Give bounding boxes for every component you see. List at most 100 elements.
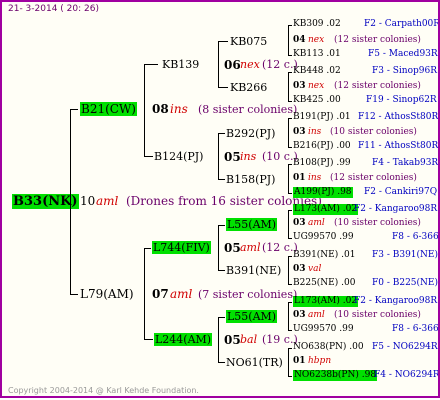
g4-node-5[interactable]: L55(AM) (226, 218, 278, 231)
leaf-mid-gen-8: 01 (293, 356, 306, 366)
leaf-topid-2: F3 - Sinop96R (372, 66, 437, 76)
leaf-bottom-3[interactable]: B216(PJ) .00 (293, 141, 351, 152)
g4-connector (288, 55, 292, 56)
root-code: aml (96, 194, 119, 208)
root-connector (70, 109, 71, 295)
leaf-bottomid-4: F2 - Cankiri97Q (364, 187, 438, 197)
g3-connector (218, 41, 228, 42)
g3-gen-1: 06 (224, 58, 241, 72)
leaf-mid-code-5: aml (308, 218, 325, 228)
leaf-mid-gen-6: 03 (293, 264, 306, 274)
leaf-mid-gen-3: 03 (293, 127, 306, 137)
g3-connector (218, 362, 225, 363)
leaf-top-5[interactable]: L173(AM) .02 (293, 204, 359, 215)
leaf-bottom-6[interactable]: B225(NE) .00 (293, 278, 355, 289)
g3-connector (218, 133, 225, 134)
dam-connector (144, 339, 153, 340)
leaf-mid-note-5: (10 sister colonies) (334, 218, 421, 228)
leaf-mid-code-1: nex (308, 35, 325, 45)
g4-connector (288, 118, 289, 148)
leaf-topid-3: F12 - AthosSt80R (358, 112, 439, 122)
leaf-bottom-5[interactable]: UG99570 .99 (293, 232, 354, 243)
g4-node-6[interactable]: B391(NE) (226, 264, 281, 277)
leaf-top-6[interactable]: B391(NE) .01 (293, 250, 355, 261)
g4-connector (288, 25, 289, 56)
leaf-mid-code-2: nex (308, 81, 325, 91)
leaf-top-4[interactable]: B108(PJ) .99 (293, 158, 351, 169)
root-connector (70, 109, 78, 110)
leaf-topid-6: F3 - B391(NE) (372, 250, 438, 260)
leaf-topid-7: F2 - Kangaroo98R (354, 296, 438, 306)
sire-connector (144, 64, 158, 65)
leaf-bottomid-6: F0 - B225(NE) (372, 278, 438, 288)
leaf-topid-1: F2 - Carpath00R (364, 19, 440, 29)
leaf-topid-5: F2 - Kangaroo98R (354, 204, 438, 214)
leaf-top-8[interactable]: NO638(PN) .00 (293, 342, 364, 353)
g4-connector (288, 348, 292, 349)
date-stamp: 21- 3-2014 ( 20: 26) (8, 4, 99, 14)
leaf-bottomid-1: F5 - Maced93R (368, 49, 438, 59)
leaf-mid-note-4: (12 sister colonies) (330, 173, 417, 183)
leaf-bottom-1[interactable]: KB113 .01 (293, 49, 341, 60)
leaf-top-2[interactable]: KB448 .02 (293, 66, 341, 77)
copyright-footer: Copyright 2004-2014 @ Karl Kehde Foundat… (8, 386, 199, 395)
sire-node[interactable]: B21(CW) (80, 102, 137, 116)
leaf-mid-note-7: (10 sister colonies) (334, 310, 421, 320)
g4-connector (288, 238, 292, 239)
leaf-topid-4: F4 - Takab93R (372, 158, 439, 168)
leaf-bottom-4[interactable]: A199(PJ) .98 (293, 187, 353, 198)
g4-connector (288, 330, 292, 331)
g3-connector (218, 270, 225, 271)
g4-node-8[interactable]: NO61(TR) (226, 356, 283, 369)
leaf-top-3[interactable]: B191(PJ) .01 (293, 112, 351, 123)
leaf-mid-code-6: val (308, 264, 322, 274)
dam-connector (144, 248, 145, 340)
leaf-bottom-2[interactable]: KB425 .00 (293, 95, 341, 106)
leaf-bottomid-3: F11 - AthosSt80R (358, 141, 439, 151)
leaf-top-7[interactable]: L173(AM) .02 (293, 296, 359, 307)
g4-connector (288, 256, 289, 285)
g4-connector (288, 210, 292, 211)
g3-connector (218, 179, 225, 180)
g4-connector (288, 302, 289, 331)
g4-connector (288, 302, 292, 303)
leaf-top-1[interactable]: KB309 .02 (293, 19, 341, 30)
g3-gen-4: 05 (224, 333, 241, 347)
leaf-mid-code-3: ins (308, 127, 322, 137)
leaf-bottomid-7: F8 - 6-366 (392, 324, 439, 334)
leaf-mid-gen-5: 03 (293, 218, 306, 228)
dam-note: (7 sister colonies) (198, 288, 298, 301)
g3-node-3[interactable]: L744(FIV) (152, 241, 211, 254)
g3-node-4[interactable]: L244(AM) (154, 333, 213, 346)
g4-connector (288, 284, 292, 285)
g4-connector (288, 147, 292, 148)
pedigree-frame: 21- 3-2014 ( 20: 26) B33(NK) 10 aml (Dro… (0, 0, 440, 398)
g3-node-2[interactable]: B124(PJ) (154, 150, 203, 163)
g4-connector (288, 193, 292, 194)
leaf-mid-note-2: (12 sister colonies) (334, 81, 421, 91)
sire-gen: 08 (152, 102, 169, 116)
g4-connector (288, 72, 292, 73)
leaf-bottomid-8: F4 - NO6294R (374, 370, 440, 380)
leaf-bottom-8[interactable]: NO6238b(PN) .98 (293, 370, 378, 381)
g4-node-2[interactable]: KB266 (230, 81, 267, 94)
g4-node-3[interactable]: B292(PJ) (226, 127, 275, 140)
g4-connector (288, 210, 289, 239)
g3-node-1[interactable]: KB139 (162, 58, 199, 71)
g3-connector (218, 317, 225, 318)
g3-connector (218, 317, 219, 363)
g4-node-7[interactable]: L55(AM) (226, 310, 278, 323)
root-node[interactable]: B33(NK) (12, 194, 79, 209)
g4-node-1[interactable]: KB075 (230, 35, 267, 48)
g4-connector (288, 348, 289, 377)
leaf-mid-note-3: (10 sister colonies) (330, 127, 417, 137)
leaf-mid-code-8: hbpn (308, 356, 332, 366)
g4-connector (288, 101, 292, 102)
sire-code: ins (170, 102, 188, 116)
leaf-mid-note-1: (12 sister colonies) (334, 35, 421, 45)
g3-code-2: ins (240, 150, 257, 163)
g4-node-4[interactable]: B158(PJ) (226, 173, 275, 186)
leaf-mid-gen-7: 03 (293, 310, 306, 320)
leaf-bottom-7[interactable]: UG99570 .99 (293, 324, 354, 335)
dam-node[interactable]: L79(AM) (80, 287, 134, 301)
